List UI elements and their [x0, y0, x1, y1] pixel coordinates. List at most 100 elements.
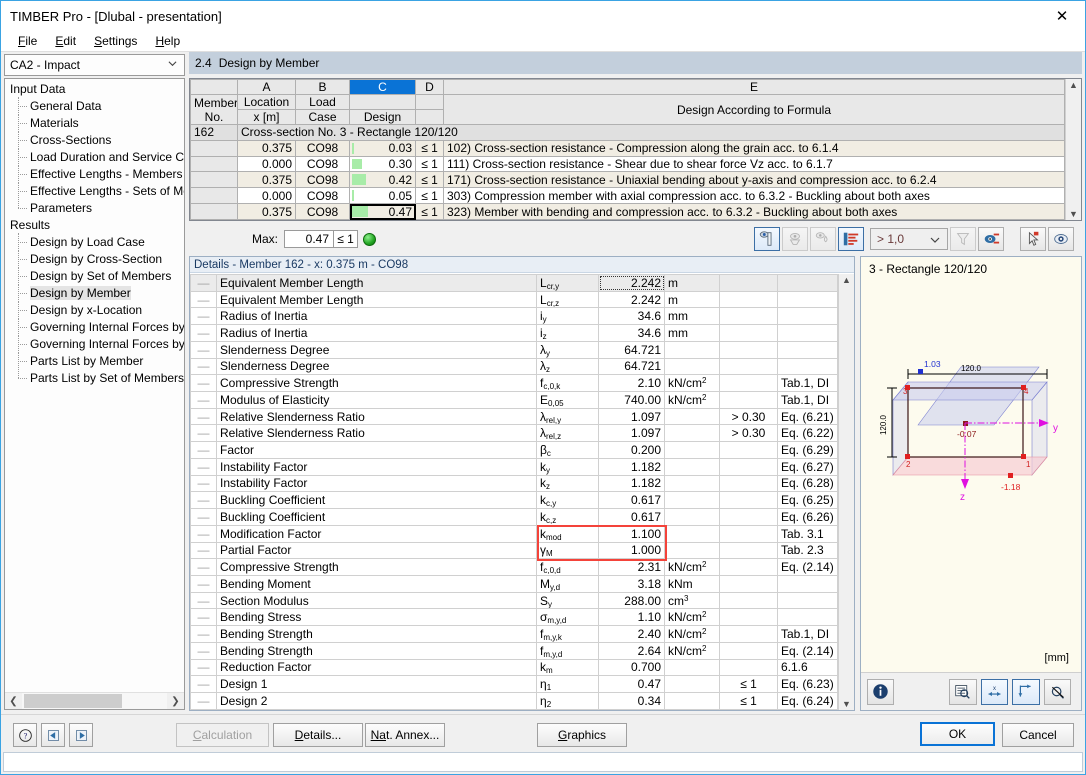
row-member-cell[interactable] [190, 171, 238, 189]
detail-value[interactable]: 740.00 [598, 391, 665, 409]
detail-value[interactable]: 2.31 [598, 558, 665, 576]
tree-group-input-data[interactable]: Input Data [7, 81, 184, 98]
sidebar-item-materials[interactable]: Materials [7, 114, 184, 132]
info-button[interactable] [867, 678, 895, 705]
details-table[interactable]: — Equivalent Member Length Lcr,y 2.242 m — Equ… [190, 274, 838, 710]
table-row[interactable]: 0.375 CO98 0.47 ≤ 1 323) Member with bending… [190, 203, 1065, 220]
detail-value[interactable]: 1.000 [598, 541, 665, 560]
detail-value[interactable]: 64.721 [598, 340, 665, 359]
table-row[interactable]: 0.000 CO98 0.05 ≤ 1 303) Compression member … [190, 187, 1065, 205]
details-row-buckling-coefficient-13[interactable]: — Buckling Coefficient kc,y 0.617 Eq. (6.25) [190, 491, 838, 510]
tree-group-results[interactable]: Results [7, 217, 184, 234]
scroll-up-icon[interactable]: ▲ [1069, 80, 1078, 90]
detail-value[interactable]: 1.10 [598, 608, 665, 627]
row-member-cell[interactable] [190, 203, 238, 220]
sidebar-item-parameters[interactable]: Parameters [7, 199, 184, 217]
scroll-up-icon[interactable]: ▲ [842, 275, 851, 285]
cancel-button[interactable]: Cancel [1002, 723, 1074, 747]
detail-value[interactable]: 2.40 [598, 625, 665, 643]
detail-value[interactable]: 1.097 [598, 407, 665, 426]
details-row-relative-slenderness-ratio-9[interactable]: — Relative Slenderness Ratio λrel,z 1.097 > … [190, 424, 838, 443]
close-icon[interactable]: ✕ [1039, 1, 1085, 30]
pick-member-button[interactable] [1020, 227, 1046, 251]
row-design-ratio[interactable]: 0.42 [349, 171, 416, 189]
hscroll-thumb[interactable] [24, 694, 122, 708]
sidebar-item-cross-sections[interactable]: Cross-Sections [7, 131, 184, 149]
view-mode-button[interactable] [1048, 227, 1074, 251]
case-selector-combo[interactable]: CA2 - Impact [4, 54, 185, 76]
help-button[interactable]: ? [13, 723, 37, 747]
color-bars-button[interactable] [754, 227, 780, 251]
row-design-ratio[interactable]: 0.47 [349, 203, 416, 220]
cross-section-row[interactable]: 162 Cross-section No. 3 - Rectangle 120/1… [190, 124, 1065, 141]
detail-value[interactable]: 1.182 [598, 474, 665, 493]
details-row-reduction-factor-23[interactable]: — Reduction Factor km 0.700 6.1.6 [190, 658, 838, 677]
detail-value[interactable]: 0.617 [598, 491, 665, 510]
detail-value[interactable]: 2.242 [598, 274, 665, 292]
next-chapter-button[interactable] [69, 723, 93, 747]
details-row-slenderness-degree-5[interactable]: — Slenderness Degree λz 64.721 [190, 357, 838, 376]
ok-button[interactable]: OK [920, 722, 995, 746]
hscroll-track[interactable] [22, 693, 167, 709]
details-button[interactable]: Details... [273, 723, 363, 747]
result-diagram-button[interactable] [782, 227, 808, 251]
details-row-bending-moment-18[interactable]: — Bending Moment My,d 3.18 kNm [190, 574, 838, 593]
sidebar-item-design-by-load-case[interactable]: Design by Load Case [7, 233, 184, 251]
details-row-factor-10[interactable]: — Factor βc 0.200 Eq. (6.29) [190, 441, 838, 459]
sidebar-item-design-by-x-location[interactable]: Design by x-Location [7, 301, 184, 319]
detail-value[interactable]: 2.10 [598, 374, 665, 393]
detail-value[interactable]: 1.100 [598, 524, 665, 543]
detail-value[interactable]: 34.6 [598, 324, 665, 342]
details-row-instability-factor-11[interactable]: — Instability Factor ky 1.182 Eq. (6.27) [190, 457, 838, 476]
sidebar-item-effective-lengths-sets-of-members[interactable]: Effective Lengths - Sets of Members [7, 182, 184, 200]
detail-value[interactable]: 0.700 [598, 658, 665, 677]
detail-value[interactable]: 34.6 [598, 307, 665, 326]
sidebar-item-design-by-member[interactable]: Design by Member [7, 284, 184, 302]
previous-chapter-button[interactable] [41, 723, 65, 747]
details-row-equivalent-member-length-0[interactable]: — Equivalent Member Length Lcr,y 2.242 m [190, 274, 838, 292]
hide-annotations-button[interactable] [1043, 678, 1071, 705]
detail-value[interactable]: 3.18 [598, 574, 665, 593]
details-row-bending-stress-20[interactable]: — Bending Stress σm,y,d 1.10 kN/cm2 [190, 608, 838, 627]
details-row-modulus-of-elasticity-7[interactable]: — Modulus of Elasticity E0,05 740.00 kN/cm2 T… [190, 391, 838, 409]
details-row-compressive-strength-17[interactable]: — Compressive Strength fc,0,d 2.31 kN/cm2 Eq.… [190, 558, 838, 576]
zoom-table-button[interactable] [949, 678, 977, 705]
details-row-radius-of-inertia-3[interactable]: — Radius of Inertia iz 34.6 mm [190, 324, 838, 342]
details-row-instability-factor-12[interactable]: — Instability Factor kz 1.182 Eq. (6.28) [190, 474, 838, 493]
table-row[interactable]: 0.000 CO98 0.30 ≤ 1 111) Cross-section resis… [190, 155, 1065, 173]
table-view-button[interactable] [838, 227, 864, 251]
results-table[interactable]: A B C D E Member No. Location Load Desig… [190, 79, 1065, 220]
sidebar-item-effective-lengths-members[interactable]: Effective Lengths - Members [7, 165, 184, 183]
detail-value[interactable]: 2.64 [598, 641, 665, 660]
col-letter-a[interactable]: A [237, 79, 296, 95]
detail-value[interactable]: 0.200 [598, 441, 665, 459]
row-member-cell[interactable] [190, 187, 238, 205]
menu-item-settings[interactable]: Settings [85, 32, 146, 50]
table-row[interactable]: 0.375 CO98 0.42 ≤ 1 171) Cross-section resis… [190, 171, 1065, 189]
detail-value[interactable]: 0.34 [598, 691, 665, 710]
detail-value[interactable]: 64.721 [598, 357, 665, 376]
details-row-buckling-coefficient-14[interactable]: — Buckling Coefficient kc,z 0.617 Eq. (6.26) [190, 508, 838, 526]
detail-value[interactable]: 0.617 [598, 508, 665, 526]
scroll-right-icon[interactable]: ❯ [167, 693, 184, 709]
menu-item-file[interactable]: File [9, 32, 46, 50]
details-row-section-modulus-19[interactable]: — Section Modulus Sy 288.00 cm3 [190, 591, 838, 610]
details-row-modification-factor-15[interactable]: — Modification Factor kmod 1.100 Tab. 3.1 [190, 524, 838, 543]
sidebar-item-design-by-set-of-members[interactable]: Design by Set of Members [7, 267, 184, 285]
details-row-design-1-24[interactable]: — Design 1 η1 0.47 ≤ 1 Eq. (6.23) [190, 675, 838, 693]
details-row-design-2-25[interactable]: — Design 2 η2 0.34 ≤ 1 Eq. (6.24) [190, 691, 838, 710]
detail-value[interactable]: 1.182 [598, 457, 665, 476]
sidebar-item-parts-list-by-member[interactable]: Parts List by Member [7, 352, 184, 370]
max-value-field[interactable]: 0.47 [284, 230, 335, 248]
calculation-button[interactable]: Calculation [176, 723, 269, 747]
sidebar-item-parts-list-by-set-of-members[interactable]: Parts List by Set of Members [7, 369, 184, 387]
detail-value[interactable]: 288.00 [598, 591, 665, 610]
details-row-slenderness-degree-4[interactable]: — Slenderness Degree λy 64.721 [190, 340, 838, 359]
navigator-hscrollbar[interactable]: ❮ ❯ [5, 692, 184, 709]
col-letter-d[interactable]: D [415, 79, 444, 95]
details-row-partial-factor-16[interactable]: — Partial Factor γM 1.000 Tab. 2.3 [190, 541, 838, 560]
graphics-button[interactable]: Graphics [537, 723, 627, 747]
details-row-compressive-strength-6[interactable]: — Compressive Strength fc,0,k 2.10 kN/cm2 Tab… [190, 374, 838, 393]
sidebar-item-load-duration-and-service-class[interactable]: Load Duration and Service Class [7, 148, 184, 166]
color-spectrum-button[interactable] [978, 227, 1004, 251]
